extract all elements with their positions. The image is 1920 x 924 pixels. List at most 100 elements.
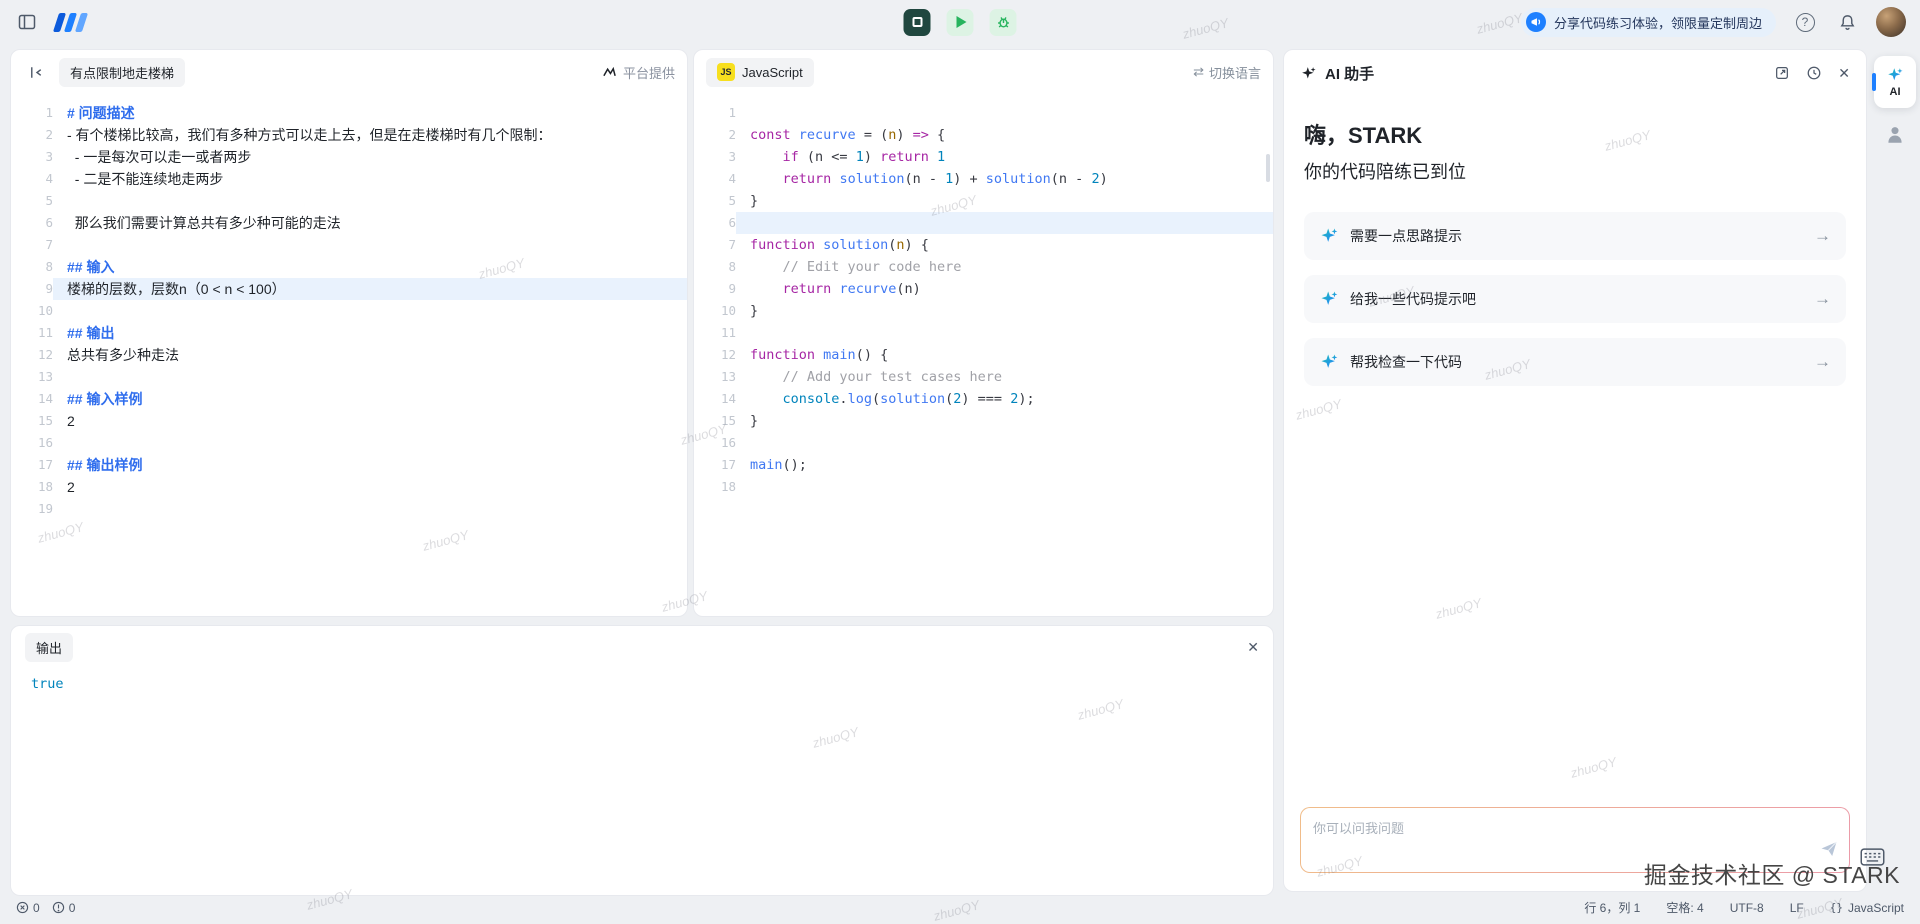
history-icon[interactable]	[1806, 65, 1822, 81]
problem-line[interactable]: 3 - 一是每次可以走一或者两步	[11, 146, 687, 168]
problem-line[interactable]: 152	[11, 410, 687, 432]
code-line[interactable]: 2const recurve = (n) => {	[694, 124, 1273, 146]
line-content: - 二是不能连续地走两步	[53, 168, 687, 190]
problem-line[interactable]: 17## 输出样例	[11, 454, 687, 476]
bug-icon	[995, 14, 1011, 30]
line-number: 12	[694, 344, 736, 366]
stop-icon	[912, 17, 922, 27]
problem-line[interactable]: 1# 问题描述	[11, 102, 687, 124]
stop-button[interactable]	[904, 9, 931, 36]
ai-suggestion-card[interactable]: 需要一点思路提示 →	[1304, 212, 1846, 260]
js-icon: JS	[717, 63, 735, 81]
bell-icon[interactable]	[1834, 9, 1860, 35]
line-content	[53, 190, 687, 212]
line-content	[736, 212, 1273, 234]
mascot-icon[interactable]	[1884, 124, 1906, 151]
problem-line[interactable]: 8## 输入	[11, 256, 687, 278]
cursor-position[interactable]: 行 6，列 1	[1584, 899, 1640, 916]
collapse-panel-icon[interactable]	[23, 59, 49, 85]
problem-title: 有点限制地走楼梯	[59, 58, 185, 87]
line-number: 14	[694, 388, 736, 410]
scrollbar-thumb[interactable]	[1266, 154, 1270, 182]
code-line[interactable]: 14 console.log(solution(2) === 2);	[694, 388, 1273, 410]
indentation[interactable]: 空格: 4	[1666, 899, 1703, 916]
line-number: 4	[694, 168, 736, 190]
code-panel: JS JavaScript ⇄ 切换语言 12const recurve = (…	[693, 49, 1274, 617]
problem-line[interactable]: 10	[11, 300, 687, 322]
code-line[interactable]: 4 return solution(n - 1) + solution(n - …	[694, 168, 1273, 190]
line-number: 11	[694, 322, 736, 344]
problem-line[interactable]: 2- 有个楼梯比较高，我们有多种方式可以走上去，但是在走楼梯时有几个限制：	[11, 124, 687, 146]
juejin-logo[interactable]	[56, 13, 85, 32]
close-output-icon[interactable]: ✕	[1247, 639, 1259, 656]
ai-subgreeting: 你的代码陪练已到位	[1304, 158, 1846, 184]
eol-type[interactable]: LF	[1790, 901, 1804, 915]
line-content	[53, 498, 687, 520]
line-number: 11	[11, 322, 53, 344]
code-line[interactable]: 8 // Edit your code here	[694, 256, 1273, 278]
debug-button[interactable]	[990, 9, 1017, 36]
problem-line[interactable]: 7	[11, 234, 687, 256]
ai-suggestion-card[interactable]: 帮我检查一下代码 →	[1304, 338, 1846, 386]
code-line[interactable]: 15}	[694, 410, 1273, 432]
ai-float-button[interactable]: AI	[1874, 56, 1916, 108]
ai-cards: 需要一点思路提示 → 给我一些代码提示吧 → 帮我检查一下代码 →	[1304, 212, 1846, 386]
code-line[interactable]: 1	[694, 102, 1273, 124]
ai-input-box	[1300, 807, 1850, 873]
code-line[interactable]: 13 // Add your test cases here	[694, 366, 1273, 388]
line-number: 2	[694, 124, 736, 146]
problem-line[interactable]: 6 那么我们需要计算总共有多少种可能的走法	[11, 212, 687, 234]
problem-line[interactable]: 13	[11, 366, 687, 388]
problem-line[interactable]: 19	[11, 498, 687, 520]
line-number: 3	[694, 146, 736, 168]
code-line[interactable]: 11	[694, 322, 1273, 344]
problem-line[interactable]: 16	[11, 432, 687, 454]
line-content	[53, 234, 687, 256]
problem-line[interactable]: 14## 输入样例	[11, 388, 687, 410]
output-tab[interactable]: 输出	[25, 633, 73, 662]
problem-line[interactable]: 4 - 二是不能连续地走两步	[11, 168, 687, 190]
promo-banner[interactable]: 分享代码练习体验，领限量定制周边	[1521, 8, 1776, 37]
language-mode[interactable]: {} JavaScript	[1830, 901, 1904, 915]
code-line[interactable]: 12function main() {	[694, 344, 1273, 366]
code-line[interactable]: 6	[694, 212, 1273, 234]
error-icon	[16, 901, 29, 914]
close-ai-panel-icon[interactable]: ✕	[1838, 65, 1850, 82]
help-icon[interactable]: ?	[1792, 9, 1818, 35]
line-number: 1	[11, 102, 53, 124]
code-line[interactable]: 10}	[694, 300, 1273, 322]
line-content: main();	[736, 454, 1273, 476]
code-line[interactable]: 17main();	[694, 454, 1273, 476]
line-content: ## 输出样例	[53, 454, 687, 476]
open-in-new-icon[interactable]	[1774, 65, 1790, 81]
encoding[interactable]: UTF-8	[1730, 901, 1764, 915]
keyboard-icon[interactable]	[1860, 848, 1885, 871]
problems-warnings[interactable]: 0	[52, 901, 76, 915]
ai-suggestion-card[interactable]: 给我一些代码提示吧 →	[1304, 275, 1846, 323]
code-line[interactable]: 18	[694, 476, 1273, 498]
language-tab[interactable]: JS JavaScript	[706, 58, 814, 87]
line-number: 17	[11, 454, 53, 476]
avatar[interactable]	[1876, 7, 1906, 37]
ai-input[interactable]	[1313, 818, 1815, 864]
code-line[interactable]: 16	[694, 432, 1273, 454]
problems-errors[interactable]: 0	[16, 901, 40, 915]
code-line[interactable]: 5}	[694, 190, 1273, 212]
line-content: function solution(n) {	[736, 234, 1273, 256]
play-icon	[957, 16, 967, 28]
sidebar-toggle-icon[interactable]	[14, 9, 40, 35]
switch-language-icon: ⇄	[1193, 64, 1204, 80]
send-icon[interactable]	[1819, 839, 1839, 864]
code-line[interactable]: 3 if (n <= 1) return 1	[694, 146, 1273, 168]
problem-line[interactable]: 9楼梯的层数，层数n（0 < n < 100）	[11, 278, 687, 300]
run-button[interactable]	[947, 9, 974, 36]
problem-line[interactable]: 5	[11, 190, 687, 212]
problem-line[interactable]: 11## 输出	[11, 322, 687, 344]
problem-line[interactable]: 12总共有多少种走法	[11, 344, 687, 366]
code-line[interactable]: 9 return recurve(n)	[694, 278, 1273, 300]
code-line[interactable]: 7function solution(n) {	[694, 234, 1273, 256]
switch-language-button[interactable]: ⇄ 切换语言	[1193, 63, 1261, 82]
line-content: }	[736, 190, 1273, 212]
problem-line[interactable]: 182	[11, 476, 687, 498]
line-number: 13	[11, 366, 53, 388]
